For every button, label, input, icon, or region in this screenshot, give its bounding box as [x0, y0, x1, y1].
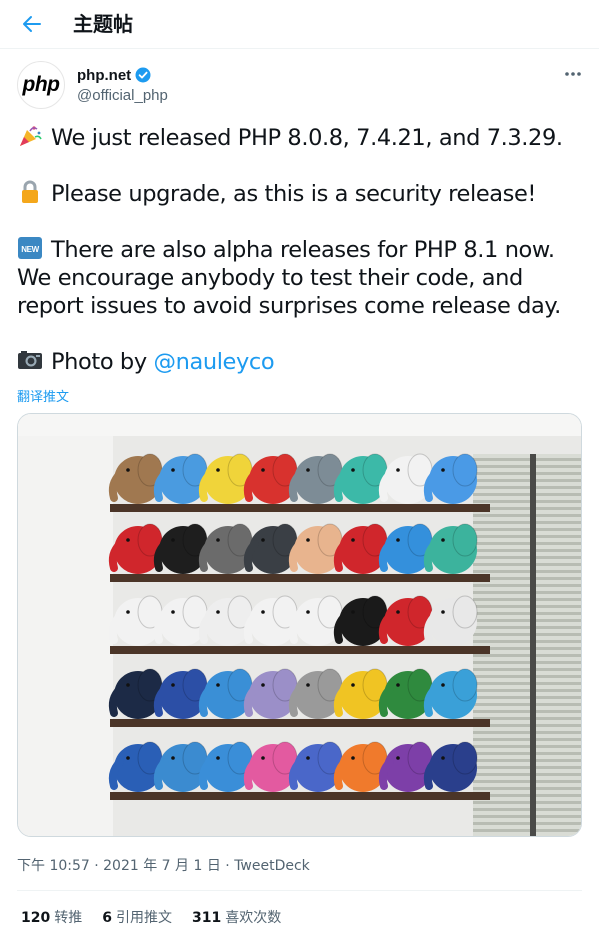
- tweet-text: We just released PHP 8.0.8, 7.4.21, and …: [17, 124, 577, 376]
- blind-slat: [473, 521, 581, 524]
- tweet-timestamp[interactable]: 下午 10:57 · 2021 年 7 月 1 日 · TweetDeck: [17, 855, 310, 875]
- blind-slat: [473, 605, 581, 608]
- likes-count: 311: [191, 910, 222, 926]
- shelf: [110, 574, 490, 582]
- blind-slat: [473, 570, 581, 573]
- shelf: [110, 504, 490, 512]
- new-icon: NEW: [18, 237, 42, 259]
- blind-slat: [473, 591, 581, 594]
- retweets-count: 120: [21, 910, 51, 926]
- blind-slat: [473, 479, 581, 482]
- blind-slat: [473, 584, 581, 587]
- blind-slat: [473, 626, 581, 629]
- blind-slat: [473, 465, 581, 468]
- blind-slat: [473, 808, 581, 811]
- tweet-stats: 120 转推 6 引用推文 311 喜欢次数: [21, 907, 301, 927]
- blind-slat: [473, 500, 581, 503]
- tweet-photo[interactable]: [17, 413, 582, 837]
- blind-slat: [473, 640, 581, 643]
- blind-slat: [473, 612, 581, 615]
- tweet-line-release: We just released PHP 8.0.8, 7.4.21, and …: [17, 124, 577, 152]
- blind-slat: [473, 661, 581, 664]
- blind-slat: [473, 633, 581, 636]
- blind-slat: [473, 689, 581, 692]
- blind-slat: [473, 766, 581, 769]
- blind-slat: [473, 675, 581, 678]
- likes-label: 喜欢次数: [225, 910, 282, 926]
- blind-slat: [473, 682, 581, 685]
- top-header: 主题帖: [0, 0, 599, 49]
- mention-link[interactable]: @nauleyco: [153, 349, 274, 375]
- tweet-line-alpha: NEW There are also alpha releases for PH…: [17, 236, 577, 320]
- tweet-line-upgrade: Please upgrade, as this is a security re…: [17, 180, 577, 208]
- blind-slat: [473, 472, 581, 475]
- blind-slat: [473, 801, 581, 804]
- likes-stat[interactable]: 311 喜欢次数: [192, 907, 281, 927]
- svg-text:NEW: NEW: [21, 245, 39, 254]
- avatar[interactable]: php: [17, 61, 65, 109]
- page-title: 主题帖: [73, 12, 133, 36]
- avatar-logo-text: php: [22, 73, 60, 96]
- blind-slat: [473, 654, 581, 657]
- blind-slat: [473, 815, 581, 818]
- tweet-line-release-text: We just released PHP 8.0.8, 7.4.21, and …: [51, 125, 563, 151]
- blind-slat: [473, 493, 581, 496]
- blind-slat: [473, 542, 581, 545]
- blind-slat: [473, 703, 581, 706]
- author-handle[interactable]: @official_php: [77, 87, 168, 104]
- author-name-row: php.net: [77, 66, 151, 84]
- quotes-stat[interactable]: 6 引用推文: [102, 907, 172, 927]
- blind-slat: [473, 458, 581, 461]
- blind-slat: [473, 829, 581, 832]
- verified-badge-icon: [135, 67, 151, 83]
- blind-slat: [473, 696, 581, 699]
- shelf: [110, 646, 490, 654]
- blind-slat: [473, 752, 581, 755]
- tweet-line-alpha-text: There are also alpha releases for PHP 8.…: [17, 237, 561, 319]
- quotes-label: 引用推文: [115, 910, 172, 926]
- tweet-line-credit: Photo by @nauleyco: [17, 348, 577, 376]
- translate-link[interactable]: 翻译推文: [17, 386, 69, 405]
- elephpant-shelves-photo: [18, 414, 581, 836]
- shelf: [110, 792, 490, 800]
- retweets-stat[interactable]: 120 转推: [21, 907, 82, 927]
- blind-slat: [473, 759, 581, 762]
- retweets-label: 转推: [54, 910, 83, 926]
- party-popper-icon: [20, 126, 42, 146]
- more-options-button[interactable]: [560, 64, 586, 84]
- blind-slat: [473, 556, 581, 559]
- tweet-line-upgrade-text: Please upgrade, as this is a security re…: [51, 181, 537, 207]
- back-button[interactable]: [16, 8, 48, 40]
- arrow-left-icon: [23, 16, 41, 32]
- blind-slat: [473, 773, 581, 776]
- tweet-line-credit-text: Photo by: [51, 349, 154, 375]
- blind-slat: [473, 535, 581, 538]
- blind-slat: [473, 549, 581, 552]
- lock-icon: [22, 180, 38, 203]
- blind-slat: [473, 563, 581, 566]
- blind-slat: [473, 787, 581, 790]
- camera-icon: [18, 351, 42, 369]
- blind-slat: [473, 514, 581, 517]
- blind-slat: [473, 738, 581, 741]
- author-name[interactable]: php.net: [77, 67, 131, 84]
- blind-slat: [473, 619, 581, 622]
- blind-slat: [473, 731, 581, 734]
- blind-slat: [473, 598, 581, 601]
- blind-slat: [473, 668, 581, 671]
- more-horizontal-icon: [565, 72, 581, 76]
- shelf: [110, 719, 490, 727]
- blind-slat: [473, 745, 581, 748]
- divider: [17, 890, 582, 891]
- quotes-count: 6: [102, 910, 112, 926]
- blind-slat: [473, 822, 581, 825]
- blind-slat: [473, 486, 581, 489]
- blind-slat: [473, 780, 581, 783]
- blind-slat: [473, 710, 581, 713]
- blind-slat: [473, 528, 581, 531]
